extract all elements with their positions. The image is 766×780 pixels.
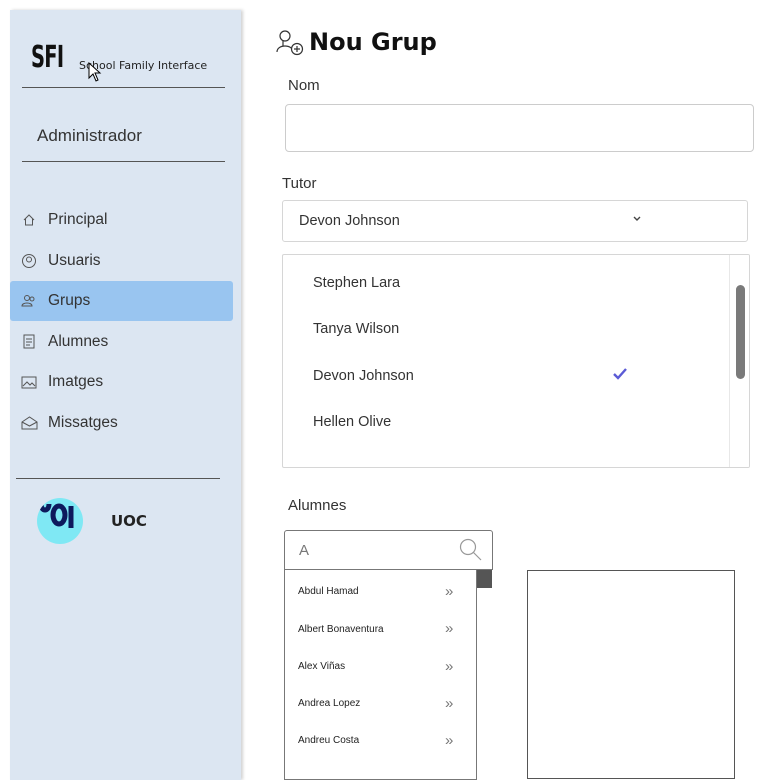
org-name: UOC xyxy=(111,512,147,530)
org-logo xyxy=(37,498,83,544)
user-role: Administrador xyxy=(37,126,142,145)
list-item[interactable]: Andreu Costa xyxy=(298,735,359,746)
image-icon xyxy=(18,374,40,390)
mouse-cursor-icon xyxy=(88,62,102,82)
add-arrow-icon[interactable]: » xyxy=(445,658,453,675)
students-scrollbar[interactable] xyxy=(476,570,492,780)
sidebar-item-label: Grups xyxy=(48,292,91,309)
sidebar-nav: Principal Usuaris Grups Alumnes Imatges xyxy=(10,200,241,443)
divider xyxy=(22,161,225,162)
list-item[interactable]: Alex Viñas xyxy=(298,661,345,672)
sidebar-item-alumnes[interactable]: Alumnes xyxy=(10,322,241,362)
sidebar-item-missatges[interactable]: Missatges xyxy=(10,403,241,443)
add-group-icon xyxy=(276,30,304,56)
selected-students-box[interactable] xyxy=(527,570,735,779)
list-item[interactable]: Andrea Lopez xyxy=(298,698,360,709)
tutor-options-list[interactable]: Stephen Lara Tanya Wilson Devon Johnson … xyxy=(282,254,750,468)
sidebar-item-label: Alumnes xyxy=(48,332,109,350)
app-logo: SFI xyxy=(31,40,64,75)
organization: UOC xyxy=(37,498,147,544)
add-arrow-icon[interactable]: » xyxy=(445,583,453,600)
add-arrow-icon[interactable]: » xyxy=(445,620,453,637)
scrollbar[interactable] xyxy=(729,255,749,467)
list-item[interactable]: Albert Bonaventura xyxy=(298,624,384,635)
list-item[interactable]: Abdul Hamad xyxy=(298,586,359,597)
search-icon[interactable] xyxy=(459,538,483,562)
tutor-selected-value: Devon Johnson xyxy=(299,213,400,229)
students-list[interactable]: Abdul Hamad » Albert Bonaventura » Alex … xyxy=(284,570,477,780)
tutor-option[interactable]: Stephen Lara xyxy=(313,275,400,291)
page-title: Nou Grup xyxy=(275,28,437,56)
sidebar-item-principal[interactable]: Principal xyxy=(10,200,241,240)
tutor-option[interactable]: Tanya Wilson xyxy=(313,321,399,337)
scrollbar-thumb[interactable] xyxy=(477,570,492,588)
divider xyxy=(22,87,225,88)
sidebar-item-label: Principal xyxy=(48,211,108,228)
checkmark-icon xyxy=(613,368,627,380)
name-field[interactable] xyxy=(285,104,754,152)
chevron-down-icon xyxy=(633,216,641,221)
search-value: A xyxy=(299,542,310,559)
sidebar-item-grups[interactable]: Grups xyxy=(10,281,233,321)
scrollbar-thumb[interactable] xyxy=(736,285,745,379)
sidebar-item-imatges[interactable]: Imatges xyxy=(10,362,241,402)
students-label: Alumnes xyxy=(288,497,347,514)
tutor-select[interactable]: Devon Johnson xyxy=(282,200,748,242)
page-title-text: Nou Grup xyxy=(309,28,437,56)
document-icon xyxy=(18,334,40,350)
tutor-option[interactable]: Hellen Olive xyxy=(313,414,391,430)
sidebar-item-label: Missatges xyxy=(48,413,118,431)
add-arrow-icon[interactable]: » xyxy=(445,695,453,712)
name-label: Nom xyxy=(288,77,320,94)
home-icon xyxy=(18,212,40,228)
sidebar: SFI School Family Interface Administrado… xyxy=(10,10,241,780)
sidebar-item-label: Usuaris xyxy=(48,251,101,269)
tutor-option[interactable]: Devon Johnson xyxy=(313,368,414,384)
mail-icon xyxy=(18,415,40,431)
sidebar-item-usuaris[interactable]: Usuaris xyxy=(10,241,241,281)
students-search-input[interactable]: A xyxy=(284,530,493,570)
user-circle-icon xyxy=(18,253,40,269)
tutor-label: Tutor xyxy=(282,175,317,192)
divider xyxy=(16,478,220,479)
sidebar-item-label: Imatges xyxy=(48,373,104,390)
group-icon xyxy=(18,293,40,309)
add-arrow-icon[interactable]: » xyxy=(445,732,453,749)
